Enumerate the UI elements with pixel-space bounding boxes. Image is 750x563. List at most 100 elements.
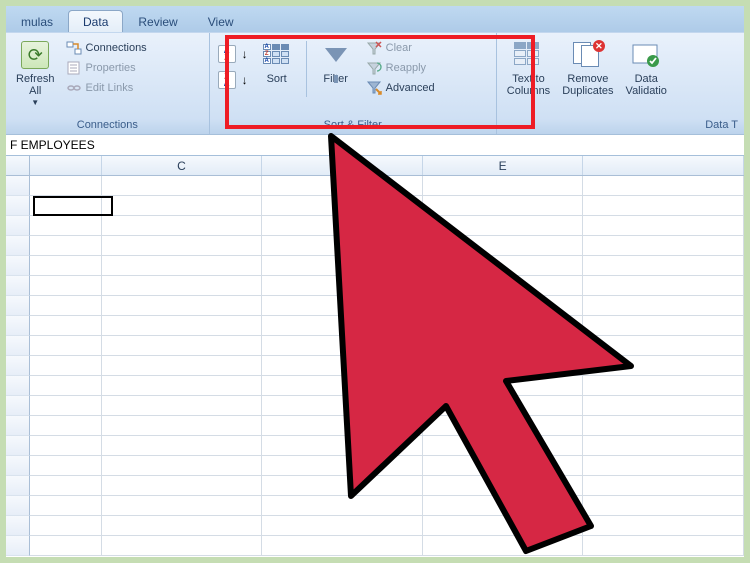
sort-desc-button[interactable]: ZA↓ (216, 69, 250, 91)
cell[interactable] (102, 396, 263, 416)
cell[interactable] (30, 496, 102, 516)
cell[interactable] (30, 276, 102, 296)
row-header[interactable] (6, 296, 30, 316)
cell[interactable] (583, 416, 744, 436)
cell[interactable] (423, 536, 584, 556)
cell[interactable] (583, 296, 744, 316)
cell[interactable] (30, 516, 102, 536)
cell[interactable] (30, 196, 102, 216)
cell[interactable] (30, 216, 102, 236)
cell[interactable] (102, 376, 263, 396)
cell[interactable] (30, 396, 102, 416)
column-header-d[interactable]: D (262, 156, 423, 175)
cell[interactable] (102, 536, 263, 556)
cell[interactable] (30, 436, 102, 456)
tab-formulas[interactable]: mulas (6, 10, 68, 32)
cell[interactable] (102, 416, 263, 436)
cell[interactable] (583, 496, 744, 516)
text-to-columns-button[interactable]: Text to Columns (503, 37, 554, 117)
cell[interactable] (30, 376, 102, 396)
cell[interactable] (583, 236, 744, 256)
cell[interactable] (583, 336, 744, 356)
row-header[interactable] (6, 236, 30, 256)
row-header[interactable] (6, 276, 30, 296)
cell[interactable] (423, 476, 584, 496)
cell[interactable] (102, 256, 263, 276)
cell[interactable] (423, 336, 584, 356)
cell[interactable] (102, 196, 263, 216)
cell[interactable] (30, 236, 102, 256)
sort-asc-button[interactable]: AZ↓ (216, 43, 250, 65)
cell[interactable] (423, 296, 584, 316)
data-validation-button[interactable]: Data Validatio (622, 37, 671, 117)
cell[interactable] (262, 296, 423, 316)
cell[interactable] (423, 276, 584, 296)
cell[interactable] (423, 516, 584, 536)
cell[interactable] (423, 196, 584, 216)
cell[interactable] (262, 176, 423, 196)
cell[interactable] (102, 296, 263, 316)
cell[interactable] (423, 416, 584, 436)
cell[interactable] (262, 276, 423, 296)
cell[interactable] (262, 436, 423, 456)
row-header[interactable] (6, 456, 30, 476)
cell[interactable] (30, 456, 102, 476)
cell[interactable] (262, 336, 423, 356)
filter-button[interactable]: Filter (313, 37, 359, 117)
connections-button[interactable]: Connections (63, 39, 150, 57)
cell[interactable] (262, 216, 423, 236)
cell[interactable] (30, 536, 102, 556)
cell[interactable] (262, 396, 423, 416)
row-header[interactable] (6, 436, 30, 456)
column-header-e[interactable]: E (423, 156, 584, 175)
row-header[interactable] (6, 196, 30, 216)
cell[interactable] (30, 256, 102, 276)
cell[interactable] (30, 476, 102, 496)
row-header[interactable] (6, 356, 30, 376)
cell[interactable] (583, 436, 744, 456)
cell[interactable] (102, 456, 263, 476)
row-header[interactable] (6, 496, 30, 516)
cell[interactable] (262, 416, 423, 436)
cell[interactable] (583, 476, 744, 496)
cell[interactable] (102, 516, 263, 536)
cell[interactable] (583, 516, 744, 536)
cell[interactable] (102, 436, 263, 456)
cell[interactable] (423, 396, 584, 416)
cell[interactable] (583, 396, 744, 416)
cell[interactable] (583, 536, 744, 556)
cell[interactable] (262, 476, 423, 496)
cell[interactable] (262, 376, 423, 396)
cell[interactable] (423, 256, 584, 276)
cell[interactable] (102, 276, 263, 296)
cell[interactable] (262, 496, 423, 516)
cell[interactable] (262, 356, 423, 376)
tab-view[interactable]: View (193, 10, 249, 32)
cell[interactable] (102, 336, 263, 356)
cell[interactable] (30, 316, 102, 336)
cell[interactable] (583, 176, 744, 196)
row-header[interactable] (6, 536, 30, 556)
refresh-all-button[interactable]: ⟳ Refresh All ▼ (12, 37, 59, 117)
tab-review[interactable]: Review (123, 10, 192, 32)
column-header-c[interactable]: C (102, 156, 263, 175)
cell[interactable] (102, 496, 263, 516)
cell[interactable] (423, 216, 584, 236)
row-header[interactable] (6, 476, 30, 496)
cell[interactable] (583, 196, 744, 216)
column-header[interactable] (30, 156, 101, 175)
cell[interactable] (423, 436, 584, 456)
cell[interactable] (583, 256, 744, 276)
cell[interactable] (583, 356, 744, 376)
cell[interactable] (30, 176, 102, 196)
cell[interactable] (262, 316, 423, 336)
cell[interactable] (102, 356, 263, 376)
cell[interactable] (102, 176, 263, 196)
cell[interactable] (423, 236, 584, 256)
cell[interactable] (262, 236, 423, 256)
cell[interactable] (262, 256, 423, 276)
cell[interactable] (30, 416, 102, 436)
cell[interactable] (583, 456, 744, 476)
column-header[interactable] (583, 156, 744, 175)
row-header[interactable] (6, 176, 30, 196)
